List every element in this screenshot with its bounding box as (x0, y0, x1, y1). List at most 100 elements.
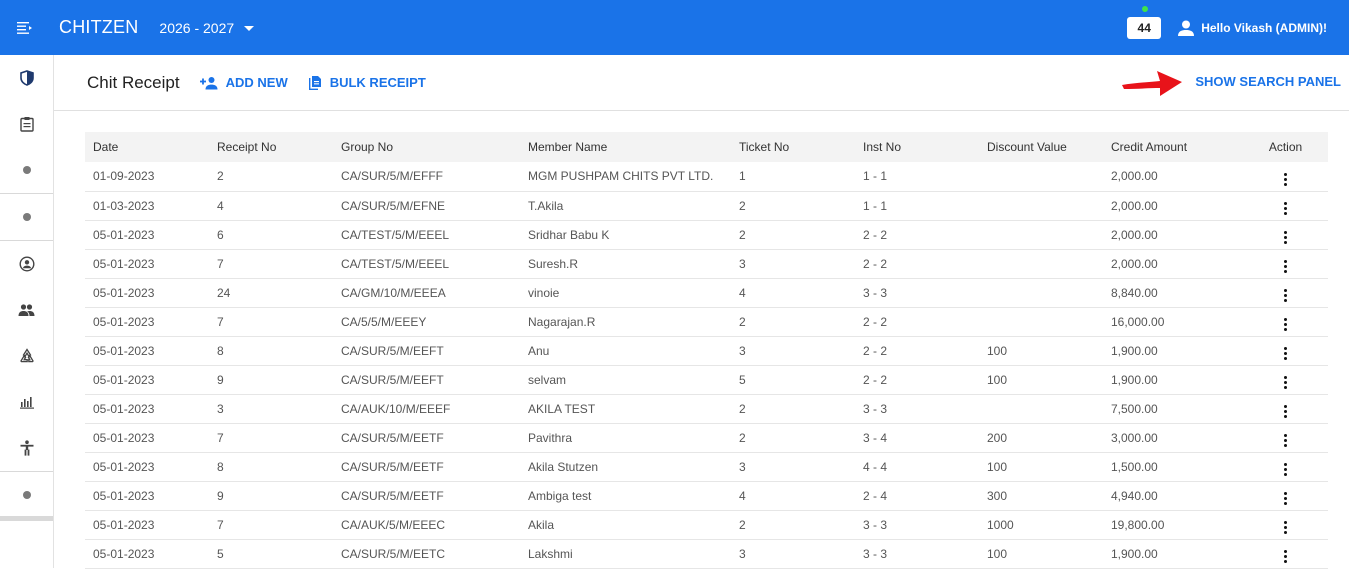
more-vert-icon[interactable] (1278, 519, 1293, 536)
cell-ticket-no: 3 (731, 452, 855, 482)
column-header-discount-value[interactable]: Discount Value (979, 132, 1103, 162)
cell-ticket-no: 5 (731, 365, 855, 395)
table-row[interactable]: 01-09-2023 2 CA/SUR/5/M/EFFF MGM PUSHPAM CH… (85, 162, 1328, 192)
table-row[interactable]: 01-03-2023 4 CA/SUR/5/M/EFNE T.Akila 2 1 - 1 2… (85, 191, 1328, 221)
notification-badge[interactable]: 44 (1127, 5, 1162, 39)
table-row[interactable]: 05-01-2023 7 CA/5/5/M/EEEY Nagarajan.R 2 2 - … (85, 307, 1328, 337)
cell-action (1243, 191, 1328, 221)
table-row[interactable]: 05-01-2023 9 CA/SUR/5/M/EEFT selvam 5 2 - 2 10… (85, 365, 1328, 395)
cell-discount-value: 100 (979, 539, 1103, 569)
menu-toggle-button[interactable] (0, 0, 50, 55)
more-vert-icon[interactable] (1278, 287, 1293, 304)
sidebar-item-accessibility[interactable] (0, 425, 53, 471)
notification-count: 44 (1137, 20, 1151, 35)
cell-member-name: Suresh.R (520, 249, 731, 279)
accessibility-icon (20, 440, 33, 456)
table-row[interactable]: 05-01-2023 7 CA/SUR/5/M/EETF Pavithra 2 3 - 4… (85, 423, 1328, 453)
table-row[interactable]: 05-01-2023 24 CA/GM/10/M/EEEA vinoie 4 3 - 3 8… (85, 278, 1328, 308)
sidebar-item-dot-1[interactable] (0, 147, 53, 193)
cell-member-name: Pavithra (520, 423, 731, 453)
add-person-icon (199, 76, 218, 89)
cell-receipt-no: 7 (209, 423, 333, 453)
cell-action (1243, 249, 1328, 279)
more-vert-icon[interactable] (1278, 432, 1293, 449)
table-row[interactable]: 05-01-2023 3 CA/AUK/10/M/EEEF AKILA TEST 2 3 … (85, 394, 1328, 424)
more-vert-icon[interactable] (1278, 200, 1293, 217)
column-header-group-no[interactable]: Group No (333, 132, 520, 162)
table-row[interactable]: 05-01-2023 8 CA/SUR/5/M/EEFT Anu 3 2 - 2 100 1,… (85, 336, 1328, 366)
bar-chart-icon (19, 397, 34, 409)
more-vert-icon[interactable] (1278, 345, 1293, 362)
cell-action (1243, 336, 1328, 366)
table-row[interactable]: 05-01-2023 8 CA/SUR/5/M/EETF Akila Stutzen 3… (85, 452, 1328, 482)
more-vert-icon[interactable] (1278, 490, 1293, 507)
cell-ticket-no: 3 (731, 249, 855, 279)
cell-date: 05-01-2023 (85, 249, 209, 279)
table-row[interactable]: 05-01-2023 5 CA/SUR/5/M/EETC Lakshmi 3 3 - 31… (85, 539, 1328, 569)
cell-action (1243, 220, 1328, 250)
cell-credit-amount: 1,900.00 (1103, 365, 1243, 395)
page-title: Chit Receipt (87, 72, 180, 92)
cell-group-no: CA/SUR/5/M/EEFT (333, 365, 520, 395)
show-search-panel-button[interactable]: SHOW SEARCH PANEL (1195, 74, 1341, 89)
red-arrow-icon (1122, 71, 1182, 96)
sidebar-item-dot-2[interactable] (0, 194, 53, 240)
cell-inst-no: 1 - 1 (855, 191, 979, 221)
cell-credit-amount: 19,800.00 (1103, 510, 1243, 540)
table-row[interactable]: 05-01-2023 6 CA/TEST/5/M/EEEL Sridhar Babu … (85, 220, 1328, 250)
sidebar-item-account[interactable] (0, 241, 53, 287)
shield-icon (19, 70, 34, 86)
more-vert-icon[interactable] (1278, 316, 1293, 333)
cell-ticket-no: 4 (731, 278, 855, 308)
more-vert-icon[interactable] (1278, 374, 1293, 391)
cell-action (1243, 162, 1328, 192)
cell-member-name: T.Akila (520, 191, 731, 221)
top-app-bar: CHITZEN 2026 - 2027 44 Hello Vikash (ADM… (0, 0, 1349, 55)
cell-discount-value (979, 249, 1103, 279)
cell-member-name: Akila (520, 510, 731, 540)
user-menu[interactable]: Hello Vikash (ADMIN)! (1177, 19, 1327, 37)
column-header-receipt-no[interactable]: Receipt No (209, 132, 333, 162)
cell-member-name: AKILA TEST (520, 394, 731, 424)
cell-inst-no: 2 - 2 (855, 307, 979, 337)
table-row[interactable]: 05-01-2023 7 CA/TEST/5/M/EEEL Suresh.R 3 2 - … (85, 249, 1328, 279)
sidebar-item-recycle[interactable] (0, 333, 53, 379)
more-vert-icon[interactable] (1278, 171, 1293, 188)
sidebar-scroll-track (0, 516, 53, 521)
more-vert-icon[interactable] (1278, 548, 1293, 565)
cell-receipt-no: 7 (209, 307, 333, 337)
cell-receipt-no: 3 (209, 394, 333, 424)
sidebar-item-clipboard[interactable] (0, 101, 53, 147)
cell-discount-value (979, 191, 1103, 221)
add-new-button[interactable]: ADD NEW (199, 75, 288, 90)
column-header-date[interactable]: Date (85, 132, 209, 162)
cell-receipt-no: 7 (209, 249, 333, 279)
column-header-member-name[interactable]: Member Name (520, 132, 731, 162)
sidebar (0, 55, 54, 568)
column-header-inst-no[interactable]: Inst No (855, 132, 979, 162)
more-vert-icon[interactable] (1278, 229, 1293, 246)
sidebar-item-bar-chart[interactable] (0, 379, 53, 425)
cell-discount-value (979, 220, 1103, 250)
cell-discount-value: 1000 (979, 510, 1103, 540)
year-selector[interactable]: 2026 - 2027 (159, 20, 255, 36)
cell-receipt-no: 9 (209, 365, 333, 395)
cell-group-no: CA/5/5/M/EEEY (333, 307, 520, 337)
more-vert-icon[interactable] (1278, 258, 1293, 275)
sidebar-item-shield[interactable] (0, 55, 53, 101)
cell-ticket-no: 4 (731, 481, 855, 511)
sidebar-item-people[interactable] (0, 287, 53, 333)
more-vert-icon[interactable] (1278, 461, 1293, 478)
column-header-credit-amount[interactable]: Credit Amount (1103, 132, 1243, 162)
cell-date: 05-01-2023 (85, 481, 209, 511)
column-header-ticket-no[interactable]: Ticket No (731, 132, 855, 162)
table-row[interactable]: 05-01-2023 7 CA/AUK/5/M/EEEC Akila 2 3 - 3 100… (85, 510, 1328, 540)
table-row[interactable]: 05-01-2023 9 CA/SUR/5/M/EETF Ambiga test 4 2 … (85, 481, 1328, 511)
cell-receipt-no: 4 (209, 191, 333, 221)
bulk-receipt-button[interactable]: BULK RECEIPT (308, 75, 426, 91)
cell-inst-no: 2 - 2 (855, 220, 979, 250)
sidebar-item-dot-3[interactable] (0, 472, 53, 518)
more-vert-icon[interactable] (1278, 403, 1293, 420)
cell-receipt-no: 8 (209, 452, 333, 482)
cell-receipt-no: 6 (209, 220, 333, 250)
